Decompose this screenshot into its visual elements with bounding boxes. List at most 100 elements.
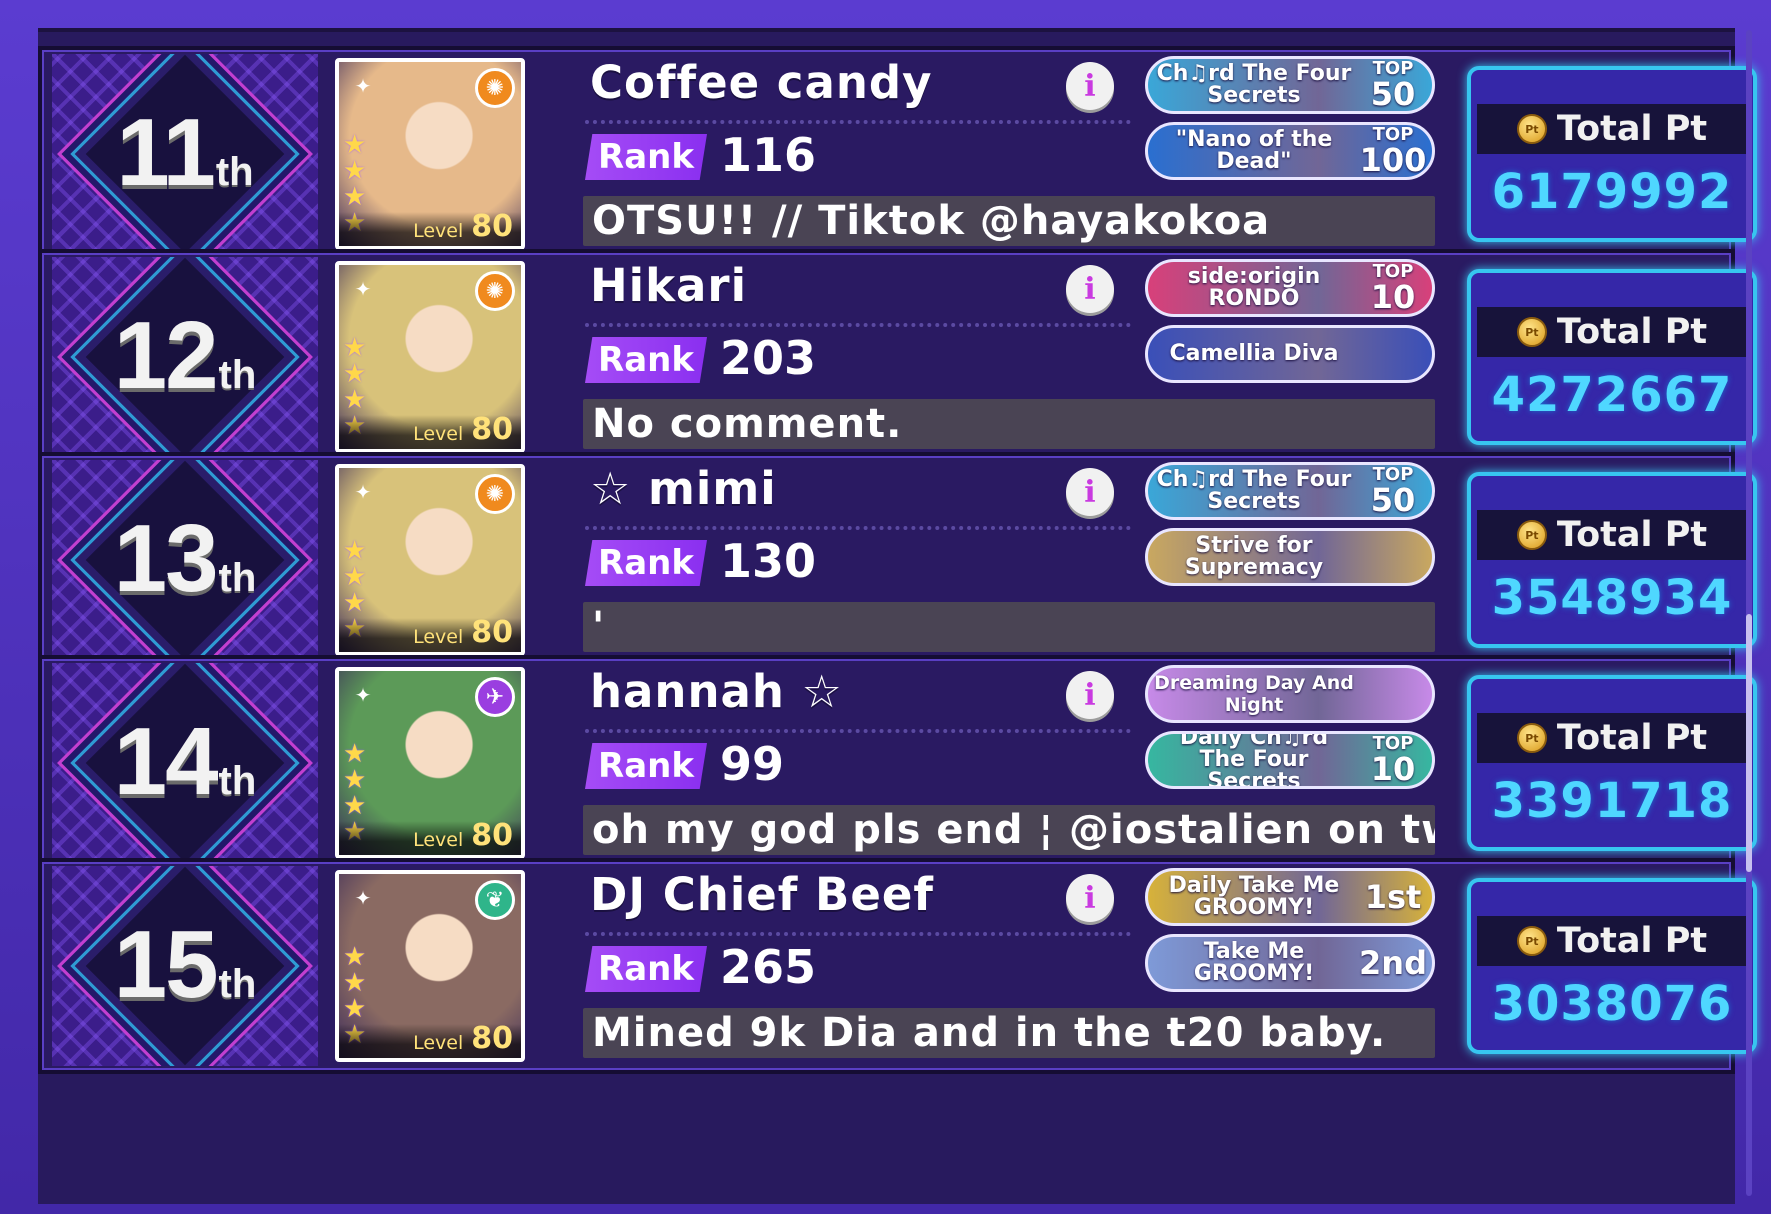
star-icon: ★ [343, 739, 367, 769]
total-points-label: Total Pt [1556, 109, 1708, 149]
event-coin-icon: Pt [1516, 926, 1547, 956]
player-name: hannah ☆ [590, 665, 843, 718]
info-button[interactable]: i [1066, 62, 1114, 110]
star-icon: ★ [343, 562, 367, 592]
total-points-header: Pt Total Pt [1477, 510, 1747, 560]
attribute-icon: ❦ [475, 880, 515, 920]
total-points-panel: Pt Total Pt 4272667 [1467, 269, 1757, 445]
star-icon: ★ [343, 536, 367, 566]
badge-tier-value: 10 [1370, 278, 1416, 316]
player-rank-value: 203 [720, 331, 817, 385]
title-badge[interactable]: Daily Ch♫rd The Four Secrets TOP 10 [1145, 731, 1435, 789]
badge-title: Daily Ch♫rd The Four Secrets [1179, 731, 1329, 789]
title-badge[interactable]: Take Me GROOMY! 2nd [1145, 934, 1435, 992]
player-rank-value: 265 [720, 940, 817, 994]
total-points-value: 6179992 [1491, 164, 1733, 220]
title-badge[interactable]: side:origin RONDO TOP 10 [1145, 259, 1435, 317]
total-points-header: Pt Total Pt [1477, 916, 1747, 966]
rank-suffix: th [218, 353, 257, 397]
player-rank-value: 99 [720, 737, 785, 791]
total-points-label: Total Pt [1556, 921, 1708, 961]
badge-tier: 1st [1354, 881, 1432, 913]
rank-number: 11 [116, 99, 215, 206]
total-points-header: Pt Total Pt [1477, 104, 1747, 154]
title-badge[interactable]: Strive for Supremacy [1145, 528, 1435, 586]
attribute-icon: ✺ [475, 68, 515, 108]
star-icon: ★ [343, 359, 367, 389]
badge-tier: 2nd [1354, 947, 1432, 979]
player-rank-label: Rank [585, 337, 707, 383]
dotted-divider [585, 120, 1131, 124]
title-badge[interactable]: "Nano of the Dead" TOP 100 [1145, 122, 1435, 180]
player-card-avatar[interactable]: ✦ ✺ ★★★★ Level 80 [335, 261, 525, 453]
info-button[interactable]: i [1066, 468, 1114, 516]
total-points-panel: Pt Total Pt 3391718 [1467, 675, 1757, 851]
level-value: 80 [471, 615, 513, 650]
title-badge[interactable]: Dreaming Day And Night [1145, 665, 1435, 723]
player-comment: oh my god pls end ¦ @iostalien on twt [583, 805, 1435, 855]
player-rank-value: 130 [720, 534, 817, 588]
badge-tier-value: 50 [1370, 75, 1416, 113]
rank-position: 11th [52, 98, 318, 208]
badge-tier-value: 1st [1364, 878, 1422, 916]
rank-badge: 13th [52, 460, 318, 660]
card-level: Level 80 [339, 1021, 521, 1058]
badge-title: Ch♫rd The Four Secrets [1156, 467, 1352, 514]
badge-tier-value: 100 [1359, 141, 1427, 179]
rank-suffix: th [215, 150, 254, 194]
level-label: Level [413, 423, 464, 445]
info-button[interactable]: i [1066, 874, 1114, 922]
rank-badge: 12th [52, 257, 318, 457]
player-name: Coffee candy [590, 56, 933, 109]
card-level: Level 80 [339, 818, 521, 855]
info-button[interactable]: i [1066, 671, 1114, 719]
dotted-divider [585, 323, 1131, 327]
badge-tier-value: 2nd [1359, 944, 1427, 982]
star-icon: ★ [343, 333, 367, 363]
title-badge[interactable]: Ch♫rd The Four Secrets TOP 50 [1145, 56, 1435, 114]
level-value: 80 [471, 412, 513, 447]
rank-position: 13th [52, 504, 318, 614]
dotted-divider [585, 526, 1131, 530]
ranking-row[interactable]: 15th ✦ ❦ ★★★★ Level 80 DJ Chief Beef i R… [38, 858, 1757, 1074]
event-coin-icon: Pt [1516, 317, 1547, 347]
player-card-avatar[interactable]: ✦ ✺ ★★★★ Level 80 [335, 464, 525, 656]
star-icon: ★ [343, 156, 367, 186]
level-value: 80 [471, 209, 513, 244]
rank-badge: 11th [52, 54, 318, 254]
rank-number: 15 [113, 911, 219, 1018]
info-button[interactable]: i [1066, 265, 1114, 313]
player-card-avatar[interactable]: ✦ ✈ ★★★★ Level 80 [335, 667, 525, 859]
ranking-row[interactable]: 12th ✦ ✺ ★★★★ Level 80 Hikari i Rank 203… [38, 249, 1757, 465]
rank-number: 13 [113, 505, 219, 612]
title-badge[interactable]: Daily Take Me GROOMY! 1st [1145, 868, 1435, 926]
ranking-row[interactable]: 13th ✦ ✺ ★★★★ Level 80 ☆ mimi i Rank 130… [38, 452, 1757, 668]
total-points-value: 3391718 [1491, 773, 1733, 829]
attribute-icon: ✺ [475, 474, 515, 514]
total-points-header: Pt Total Pt [1477, 307, 1747, 357]
level-label: Level [413, 626, 464, 648]
rank-position: 15th [52, 910, 318, 1020]
player-card-avatar[interactable]: ✦ ❦ ★★★★ Level 80 [335, 870, 525, 1062]
star-icon: ★ [343, 942, 367, 972]
scroll-thumb[interactable] [1746, 614, 1752, 872]
player-comment: No comment. [583, 399, 1435, 449]
star-icon: ★ [343, 765, 367, 795]
card-level: Level 80 [339, 412, 521, 449]
title-badge[interactable]: Ch♫rd The Four Secrets TOP 50 [1145, 462, 1435, 520]
badge-tier: TOP 10 [1354, 735, 1432, 786]
level-label: Level [413, 829, 464, 851]
ranking-row[interactable]: 11th ✦ ✺ ★★★★ Level 80 Coffee candy i Ra… [38, 46, 1757, 262]
total-points-header: Pt Total Pt [1477, 713, 1747, 763]
ranking-row[interactable]: 14th ✦ ✈ ★★★★ Level 80 hannah ☆ i Rank 9… [38, 655, 1757, 871]
event-coin-icon: Pt [1516, 114, 1547, 144]
title-badge[interactable]: Camellia Diva [1145, 325, 1435, 383]
player-card-avatar[interactable]: ✦ ✺ ★★★★ Level 80 [335, 58, 525, 250]
rank-badge: 15th [52, 866, 318, 1066]
band-icon: ✦ [354, 74, 372, 98]
attribute-icon: ✺ [475, 271, 515, 311]
badge-title: Camellia Diva [1169, 341, 1339, 366]
scrollbar[interactable] [1746, 30, 1752, 1196]
event-coin-icon: Pt [1516, 520, 1547, 550]
rank-number: 12 [113, 302, 219, 409]
